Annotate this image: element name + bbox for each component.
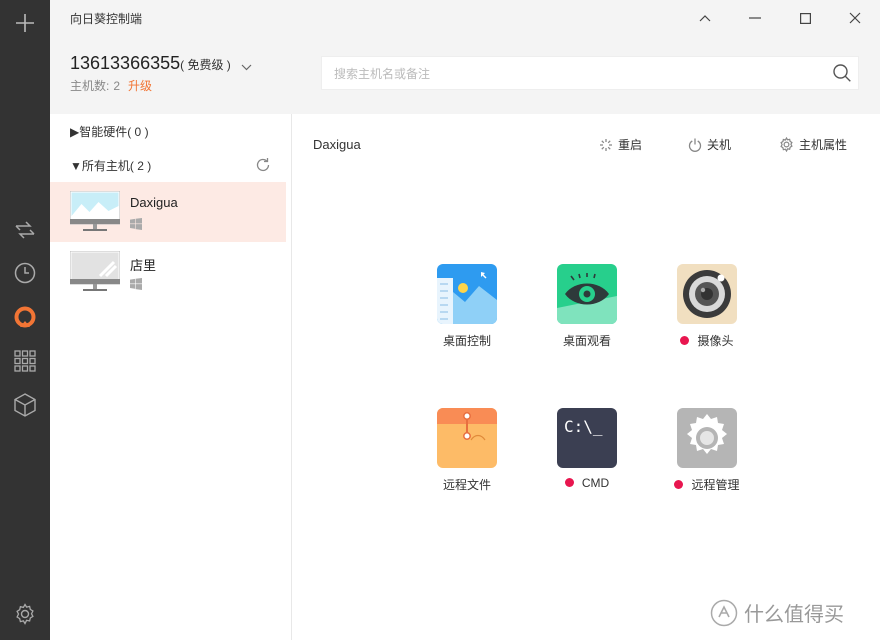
upgrade-link[interactable]: 升级 — [128, 79, 152, 93]
shutdown-button[interactable]: 关机 — [688, 136, 731, 153]
cmd-icon-text: C:\_ — [564, 417, 603, 436]
account-phone: 13613366355 — [70, 53, 181, 73]
minimize-button[interactable] — [730, 0, 780, 36]
feature-remote-manage[interactable]: 远程管理 — [657, 408, 757, 498]
maximize-button[interactable] — [780, 0, 830, 36]
group-all-hosts[interactable]: ▼所有主机( 2 ) — [70, 157, 151, 174]
host-detail-panel: Daxigua 重启 关机 主机属性 桌面控制 桌面观看 摄像头 远程文件 C:… — [292, 114, 880, 640]
host-name: 店里 — [130, 258, 157, 273]
refresh-icon[interactable] — [255, 157, 271, 173]
desktop-control-icon — [437, 264, 497, 324]
status-dot — [680, 336, 690, 345]
monitor-thumbnail-icon — [69, 250, 121, 298]
host-item-dianli[interactable]: 店里 — [50, 242, 286, 302]
remote-assist-icon[interactable] — [0, 212, 50, 248]
host-name: Daxigua — [130, 195, 178, 210]
camera-icon — [677, 264, 737, 324]
host-count-value: 2 — [113, 79, 121, 93]
account-header: 13613366355( 免费级 ) 主机数: 2 升级 — [50, 36, 880, 114]
status-dot — [674, 480, 684, 489]
feature-label: 远程管理 — [657, 476, 757, 493]
host-count-label: 主机数: — [70, 79, 110, 93]
feature-camera[interactable]: 摄像头 — [657, 264, 757, 354]
search-icon[interactable] — [832, 63, 852, 83]
host-count: 主机数: 2 升级 — [70, 77, 152, 94]
gear-icon — [780, 137, 793, 152]
feature-desktop-view[interactable]: 桌面观看 — [537, 264, 637, 354]
remote-manage-icon — [677, 408, 737, 468]
feature-label: 桌面观看 — [562, 334, 611, 348]
collapse-button[interactable] — [680, 0, 730, 36]
feature-desktop-control[interactable]: 桌面控制 — [417, 264, 517, 354]
windows-icon — [130, 277, 142, 295]
feature-remote-file[interactable]: 远程文件 — [417, 408, 517, 498]
restart-label: 重启 — [618, 138, 643, 152]
account-tier: ( 免费级 ) — [180, 58, 231, 72]
group-smart-hardware[interactable]: ▶智能硬件( 0 ) — [70, 123, 149, 140]
desktop-view-icon — [557, 264, 617, 324]
account-info: 13613366355( 免费级 ) — [70, 53, 231, 74]
cube-icon[interactable] — [0, 387, 50, 423]
power-icon — [688, 138, 702, 152]
window-title: 向日葵控制端 — [70, 12, 143, 26]
feature-label-text: 摄像头 — [697, 334, 734, 348]
feature-label-text: CMD — [581, 476, 610, 490]
title-bar: 向日葵控制端 — [50, 0, 880, 36]
current-host-name: Daxigua — [313, 137, 361, 152]
watermark-text: 什么值得买 — [744, 604, 844, 626]
cmd-icon: C:\_ — [557, 408, 617, 468]
search-input[interactable] — [332, 57, 816, 91]
add-icon[interactable] — [0, 5, 50, 41]
restart-button[interactable]: 重启 — [599, 136, 642, 153]
apps-grid-icon[interactable] — [0, 343, 50, 379]
restart-icon — [600, 138, 612, 151]
monitor-thumbnail-icon — [69, 190, 121, 238]
account-dropdown-chevron-icon[interactable] — [241, 58, 252, 76]
status-dot — [564, 478, 574, 487]
close-button[interactable] — [830, 0, 880, 36]
host-properties-button[interactable]: 主机属性 — [779, 136, 847, 153]
left-rail — [0, 0, 50, 640]
windows-icon — [130, 217, 142, 235]
feature-cmd[interactable]: C:\_ CMD — [537, 408, 637, 498]
feature-label: 摄像头 — [657, 332, 757, 349]
feature-label: 桌面控制 — [442, 334, 491, 348]
search-box — [321, 56, 859, 91]
watermark: 什么值得买 — [710, 598, 844, 627]
feature-label: CMD — [537, 476, 637, 490]
shutdown-label: 关机 — [707, 138, 732, 152]
remote-file-icon — [437, 408, 497, 468]
sunflower-logo-icon[interactable] — [0, 300, 50, 336]
watermark-logo-icon — [710, 599, 738, 626]
host-sidebar: ▶智能硬件( 0 ) ▼所有主机( 2 ) Daxigua 店里 — [50, 114, 292, 640]
settings-gear-icon[interactable] — [0, 596, 50, 632]
history-icon[interactable] — [0, 255, 50, 291]
host-item-daxigua[interactable]: Daxigua — [50, 182, 286, 242]
host-properties-label: 主机属性 — [799, 138, 848, 152]
feature-label: 远程文件 — [442, 478, 491, 492]
feature-label-text: 远程管理 — [691, 478, 740, 492]
